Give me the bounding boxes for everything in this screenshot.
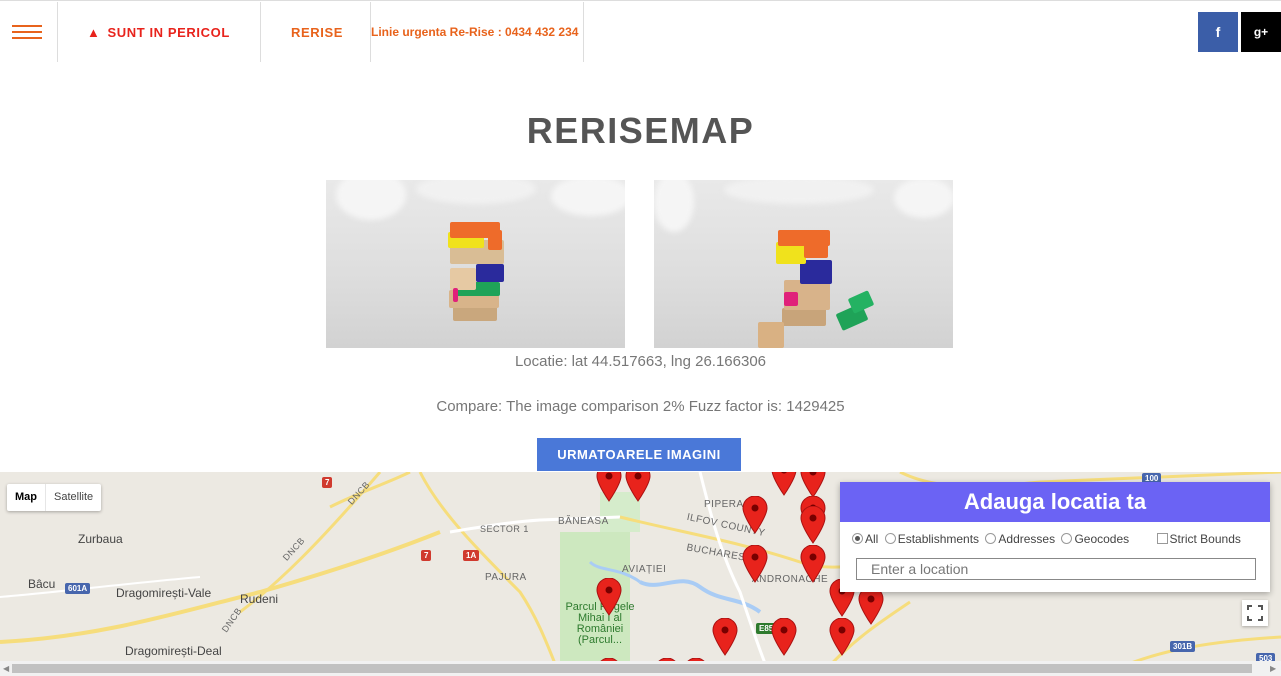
fullscreen-icon[interactable] xyxy=(1242,600,1268,626)
location-pin[interactable] xyxy=(596,472,622,502)
location-coordinates: Locatie: lat 44.517663, lng 26.166306 xyxy=(514,353,767,370)
danger-label: SUNT IN PERICOL xyxy=(107,25,230,40)
scroll-right-icon[interactable]: ▶ xyxy=(1270,664,1276,673)
location-pin[interactable] xyxy=(829,618,855,656)
map-type-control: Map Satellite xyxy=(7,484,102,511)
location-pin[interactable] xyxy=(771,618,797,656)
strict-bounds-checkbox[interactable] xyxy=(1156,533,1168,544)
radio-geocodes[interactable] xyxy=(1061,533,1073,544)
location-pin[interactable] xyxy=(800,472,826,498)
option-label: Addresses xyxy=(998,532,1056,546)
menu-icon[interactable] xyxy=(12,25,42,39)
option-label: Establishments xyxy=(897,532,980,546)
location-pin[interactable] xyxy=(712,618,738,656)
radio-addresses[interactable] xyxy=(985,533,997,544)
nav-divider xyxy=(583,2,584,62)
comparison-photo-before xyxy=(326,180,625,348)
location-pin[interactable] xyxy=(771,472,797,496)
radio-all[interactable] xyxy=(852,533,863,544)
location-pin[interactable] xyxy=(800,506,826,544)
map-label: PIPERA xyxy=(704,499,744,510)
radio-establishments[interactable] xyxy=(884,533,896,544)
location-pin[interactable] xyxy=(858,587,884,625)
map-label: AVIAȚIEI xyxy=(622,564,667,575)
hotline-link[interactable]: Linie urgenta Re-Rise : 0434 432 234 xyxy=(371,25,578,39)
horizontal-scrollbar[interactable]: ◀ ▶ xyxy=(0,661,1281,676)
location-pin[interactable] xyxy=(742,496,768,534)
googleplus-icon[interactable]: g+ xyxy=(1241,12,1281,52)
map-label: Zurbaua xyxy=(78,532,123,546)
nav-divider xyxy=(260,2,261,62)
road-shield: 301B xyxy=(1170,641,1196,652)
scrollbar-thumb[interactable] xyxy=(12,664,1252,673)
danger-link[interactable]: ▲ SUNT IN PERICOL xyxy=(87,25,230,40)
warning-icon: ▲ xyxy=(87,25,101,40)
road-shield: 7 xyxy=(322,477,333,488)
location-pin[interactable] xyxy=(742,545,768,583)
comparison-result: Compare: The image comparison 2% Fuzz fa… xyxy=(436,398,845,415)
option-label: Geocodes xyxy=(1074,532,1130,546)
map-label: Dragomirești-Vale xyxy=(116,586,212,600)
strict-bounds-label: Strict Bounds xyxy=(1169,532,1241,546)
location-pin[interactable] xyxy=(800,545,826,583)
option-label: All xyxy=(865,532,879,546)
map-label: Rudeni xyxy=(240,592,279,606)
rerise-link[interactable]: RERISE xyxy=(291,25,343,40)
comparison-photo-after xyxy=(654,180,953,348)
top-navbar: ▲ SUNT IN PERICOL RERISE Linie urgenta Re… xyxy=(0,0,1281,62)
search-type-options: All Establishments Addresses Geocodes St… xyxy=(852,532,1241,546)
page-title: RERISEMAP xyxy=(526,110,755,151)
location-pin[interactable] xyxy=(625,472,651,502)
map-type-satellite[interactable]: Satellite xyxy=(45,484,101,511)
location-search-input[interactable] xyxy=(856,558,1256,580)
map-label: SECTOR 1 xyxy=(480,524,529,534)
add-location-title: Adauga locatia ta xyxy=(840,482,1270,522)
road-shield: 601A xyxy=(65,583,91,594)
road-shield: 7 xyxy=(421,550,432,561)
map-label: BĂNEASA xyxy=(558,516,609,527)
map-type-map[interactable]: Map xyxy=(7,484,45,511)
map-label: PAJURA xyxy=(485,572,527,583)
page: ▲ SUNT IN PERICOL RERISE Linie urgenta Re… xyxy=(0,0,1281,676)
location-pin[interactable] xyxy=(596,578,622,616)
nav-divider xyxy=(57,2,58,62)
scroll-left-icon[interactable]: ◀ xyxy=(3,664,9,673)
add-location-card: Adauga locatia ta All Establishments Add… xyxy=(840,482,1270,592)
map-label: Dragomirești-Deal xyxy=(125,644,222,658)
facebook-icon[interactable]: f xyxy=(1198,12,1238,52)
road-shield: 1A xyxy=(463,550,480,561)
map-label: Bâcu xyxy=(28,577,56,591)
next-images-button[interactable]: URMATOARELE IMAGINI xyxy=(537,438,741,471)
